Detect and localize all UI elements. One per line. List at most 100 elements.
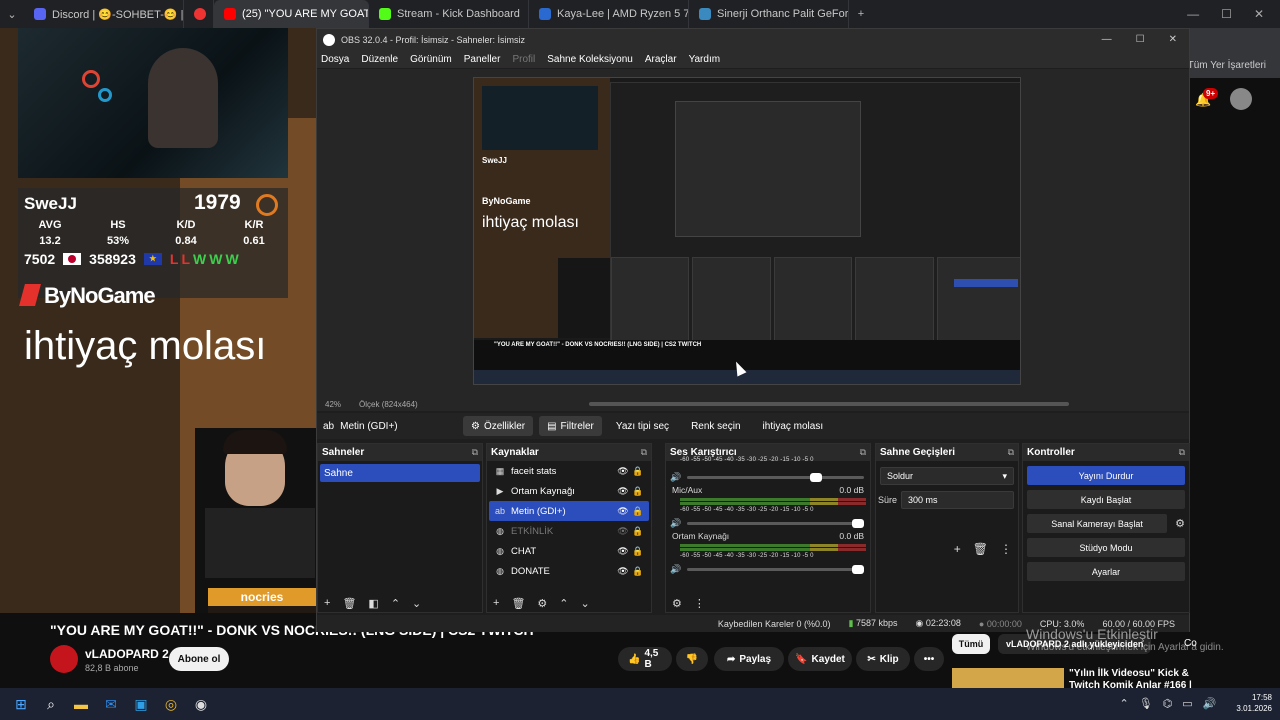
source-item[interactable]: ▶ Ortam Kaynağı 👁 🔒 <box>489 481 649 501</box>
obs-preview-canvas[interactable]: SweJJ ByNoGame ihtiyaç molası "YOU ARE M… <box>473 77 1021 385</box>
transition-select[interactable]: Soldur ▾ <box>880 467 1014 485</box>
obs-minimize-button[interactable]: — <box>1102 34 1112 45</box>
move-down-icon[interactable]: ⌄ <box>412 597 421 610</box>
chevron-up-icon[interactable]: ⌃ <box>1120 697 1129 710</box>
duration-input[interactable]: 300 ms <box>901 491 1014 509</box>
lock-icon[interactable]: 🔒 <box>631 466 645 477</box>
fader-knob[interactable] <box>852 564 864 574</box>
source-item[interactable]: ab Metin (GDI+) 👁 🔒 <box>489 501 649 521</box>
user-avatar[interactable] <box>1230 88 1252 110</box>
move-down-icon[interactable]: ⌄ <box>581 597 590 610</box>
chip-all[interactable]: Tümü <box>952 634 990 654</box>
dock-popout-icon[interactable]: ⧉ <box>1179 447 1185 458</box>
all-bookmarks-link[interactable]: Tüm Yer İşaretleri <box>1188 60 1266 71</box>
speaker-icon[interactable]: 🔊 <box>670 518 681 529</box>
dislike-button[interactable]: 👎 <box>676 647 708 671</box>
lock-icon[interactable]: 🔒 <box>631 486 645 497</box>
lock-icon[interactable]: 🔒 <box>631 506 645 517</box>
move-up-icon[interactable]: ⌃ <box>559 597 568 610</box>
channel-name[interactable]: vLADOPARD 2 <box>85 647 169 661</box>
move-up-icon[interactable]: ⌃ <box>391 597 400 610</box>
dock-popout-icon[interactable]: ⧉ <box>860 447 866 458</box>
scene-item[interactable]: Sahne <box>320 464 480 482</box>
visibility-eye-icon[interactable]: 👁 <box>615 546 631 557</box>
search-icon[interactable]: ⌕ <box>36 689 66 719</box>
source-item[interactable]: ▦ faceit stats 👁 🔒 <box>489 461 649 481</box>
dock-popout-icon[interactable]: ⧉ <box>1008 447 1014 458</box>
speaker-icon[interactable]: 🔊 <box>670 472 681 483</box>
obs-close-button[interactable]: ✕ <box>1169 34 1177 45</box>
settings-button[interactable]: Ayarlar <box>1027 562 1185 581</box>
select-font-button[interactable]: Yazı tipi seç <box>608 416 677 436</box>
menu-scene-collection[interactable]: Sahne Koleksiyonu <box>547 54 633 65</box>
remove-source-icon[interactable]: 🗑 <box>511 597 525 610</box>
dock-popout-icon[interactable]: ⧉ <box>641 447 647 458</box>
select-color-button[interactable]: Renk seçin <box>683 416 748 436</box>
more-actions-button[interactable]: ••• <box>914 647 944 671</box>
close-window-button[interactable]: ✕ <box>1254 7 1264 21</box>
channel-avatar[interactable] <box>50 645 78 673</box>
store-icon[interactable]: ▣ <box>126 689 156 719</box>
add-scene-icon[interactable]: + <box>324 597 330 609</box>
properties-button[interactable]: ⚙ Özellikler <box>463 416 534 436</box>
like-button[interactable]: 👍 4,5 B <box>618 647 672 671</box>
volume-fader[interactable]: 🔊 <box>670 563 864 575</box>
minimize-button[interactable]: — <box>1187 7 1199 21</box>
fader-knob[interactable] <box>810 472 822 482</box>
tab-search-icon[interactable]: ⌄ <box>0 3 24 25</box>
share-button[interactable]: ➦ Paylaş <box>714 647 784 671</box>
menu-file[interactable]: Dosya <box>321 54 349 65</box>
windows-start-icon[interactable]: ⊞ <box>6 689 36 719</box>
preview-scrollbar[interactable] <box>589 402 1069 406</box>
visibility-eye-icon[interactable]: 👁 <box>615 506 631 517</box>
advanced-audio-icon[interactable]: ⚙ <box>672 597 682 610</box>
fader-track[interactable] <box>687 518 864 528</box>
save-button[interactable]: 🔖 Kaydet <box>788 647 852 671</box>
volume-fader[interactable]: 🔊 <box>670 471 864 483</box>
speaker-icon[interactable]: 🔊 <box>670 564 681 575</box>
mixer-menu-icon[interactable]: ⋮ <box>694 597 705 610</box>
obs-maximize-button[interactable]: ☐ <box>1136 34 1145 45</box>
gear-icon[interactable]: ⚙ <box>1175 517 1185 530</box>
start-virtual-camera-button[interactable]: Sanal Kamerayı Başlat <box>1027 514 1168 533</box>
mic-icon[interactable]: 🎙 <box>1139 697 1153 710</box>
menu-view[interactable]: Görünüm <box>410 54 452 65</box>
filters-button[interactable]: ▤ Filtreler <box>539 416 602 436</box>
clip-button[interactable]: ✂ Klip <box>856 647 910 671</box>
source-item[interactable]: ◍ ETKİNLİK 👁 🔒 <box>489 521 649 541</box>
transition-menu-icon[interactable]: ⋮ <box>1000 542 1012 556</box>
source-properties-icon[interactable]: ⚙ <box>537 597 547 610</box>
source-item[interactable]: ◍ DONATE 👁 🔒 <box>489 561 649 581</box>
menu-profile[interactable]: Profil <box>512 54 535 65</box>
visibility-eye-icon[interactable]: 👁 <box>615 566 631 577</box>
lock-icon[interactable]: 🔒 <box>631 566 645 577</box>
studio-mode-button[interactable]: Stüdyo Modu <box>1027 538 1185 557</box>
visibility-eye-icon[interactable]: 👁 <box>615 466 631 477</box>
dock-popout-icon[interactable]: ⧉ <box>472 447 478 458</box>
visibility-eye-icon[interactable]: 👁 <box>615 526 631 537</box>
stop-streaming-button[interactable]: Yayını Durdur <box>1027 466 1185 485</box>
obs-taskbar-icon[interactable]: ◉ <box>186 689 216 719</box>
wifi-icon[interactable]: ⌬ <box>1163 697 1173 710</box>
battery-icon[interactable]: ▭ <box>1182 697 1192 710</box>
tab-kaya[interactable]: Kaya-Lee | AMD Ryzen 5 7500F ✕ <box>529 0 689 28</box>
new-tab-button[interactable]: + <box>849 3 873 25</box>
lock-icon[interactable]: 🔒 <box>631 526 645 537</box>
menu-docks[interactable]: Paneller <box>464 54 501 65</box>
visibility-eye-icon[interactable]: 👁 <box>615 486 631 497</box>
outlook-icon[interactable]: ✉ <box>96 689 126 719</box>
remove-scene-icon[interactable]: 🗑 <box>342 597 356 610</box>
lock-icon[interactable]: 🔒 <box>631 546 645 557</box>
tab-pinned[interactable] <box>184 0 214 28</box>
menu-help[interactable]: Yardım <box>689 54 721 65</box>
tab-kick[interactable]: Stream - Kick Dashboard ✕ <box>369 0 529 28</box>
source-item[interactable]: ◍ CHAT 👁 🔒 <box>489 541 649 561</box>
fader-track[interactable] <box>687 564 864 574</box>
maximize-button[interactable]: ☐ <box>1221 7 1232 21</box>
fader-knob[interactable] <box>852 518 864 528</box>
video-player[interactable]: SweJJ 1979 AVG HS K/D K/R 13.2 53% 0.84 … <box>0 28 316 613</box>
clock[interactable]: 17:58 3.01.2026 <box>1236 692 1272 714</box>
remove-transition-icon[interactable]: 🗑 <box>973 542 988 556</box>
tab-sinerji[interactable]: Sinerji Orthanc Palit GeForce RT ✕ <box>689 0 849 28</box>
chrome-icon[interactable]: ◎ <box>156 689 186 719</box>
